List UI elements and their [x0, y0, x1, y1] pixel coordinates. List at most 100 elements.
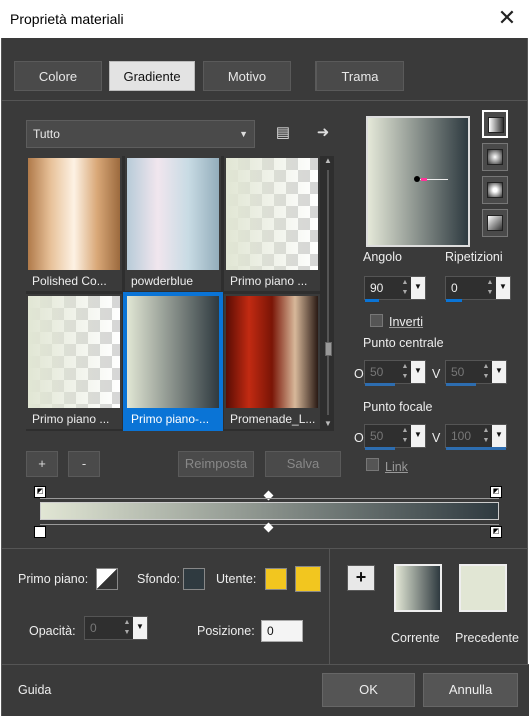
center-v-spinner[interactable]: 50 ▲ ▼ ▼	[445, 360, 507, 386]
rectangular-style-button[interactable]	[482, 143, 508, 171]
dropdown-icon[interactable]: ▼	[411, 361, 425, 383]
close-icon[interactable]: ✕	[485, 0, 529, 38]
spin-arrows-icon[interactable]: ▲ ▼	[399, 426, 411, 446]
arrow-right-icon[interactable]: ➜	[312, 122, 334, 144]
scroll-down-icon[interactable]: ▼	[322, 419, 334, 431]
spin-arrows-icon[interactable]: ▲ ▼	[399, 278, 411, 298]
gradient-label: Promenade_L...	[230, 412, 316, 426]
gradient-tile[interactable]: Primo piano ...	[224, 156, 320, 291]
focal-v-value: 100	[451, 429, 472, 443]
gradient-swatch	[28, 158, 120, 270]
left-color-stop[interactable]	[34, 526, 46, 538]
dropdown-icon[interactable]: ▼	[496, 277, 510, 299]
tabs-divider	[2, 100, 527, 101]
position-input[interactable]: 0	[261, 620, 303, 642]
focal-h-label: O	[354, 431, 364, 445]
angle-handle[interactable]	[421, 178, 427, 181]
focal-v-label: V	[432, 431, 441, 445]
repeat-spinner[interactable]: 0 ▲ ▼ ▼	[445, 276, 511, 302]
angle-label: Angolo	[363, 250, 402, 264]
gallery-scrollbar[interactable]: ▲ ▼	[322, 156, 334, 431]
opacity-spinner[interactable]: 0 ▲ ▼ ▼	[84, 616, 148, 640]
radial-gradient-icon	[487, 215, 503, 231]
link-checkbox[interactable]	[366, 458, 379, 471]
tab-trama[interactable]: Trama	[316, 61, 404, 91]
reset-button[interactable]: Reimposta	[178, 451, 254, 477]
scroll-thumb[interactable]	[325, 342, 332, 356]
dropdown-icon[interactable]: ▼	[492, 425, 506, 447]
angle-spinner[interactable]: 90 ▲ ▼ ▼	[364, 276, 426, 302]
center-h-spinner[interactable]: 50 ▲ ▼ ▼	[364, 360, 426, 386]
gradient-tile[interactable]: powderblue	[125, 156, 221, 291]
library-icon[interactable]: ▤	[272, 122, 294, 144]
dropdown-icon[interactable]: ▼	[411, 425, 425, 447]
center-point-handle[interactable]	[414, 176, 420, 182]
user-swatch[interactable]	[265, 568, 287, 590]
spin-arrows-icon[interactable]: ▲ ▼	[399, 362, 411, 382]
top-right-opacity-stop[interactable]: ◩	[490, 486, 502, 498]
add-gradient-button[interactable]: +	[26, 451, 58, 477]
dropdown-icon[interactable]: ▼	[492, 361, 506, 383]
tab-motivo[interactable]: Motivo	[203, 61, 291, 91]
radial-style-button[interactable]	[482, 209, 508, 237]
remove-gradient-button[interactable]: -	[68, 451, 100, 477]
angle-value: 90	[370, 281, 384, 295]
gradient-editor-strip[interactable]	[40, 502, 499, 520]
category-value: Tutto	[33, 127, 60, 141]
spin-arrows-icon[interactable]: ▲ ▼	[484, 278, 496, 298]
add-stop-icon[interactable]: +	[347, 565, 375, 591]
link-label: Link	[385, 460, 408, 474]
ok-button[interactable]: OK	[322, 673, 415, 707]
save-gradient-button[interactable]: Salva	[265, 451, 341, 477]
gradient-tile[interactable]: Promenade_L...	[224, 294, 320, 429]
user-color-large[interactable]	[295, 566, 321, 592]
focal-h-spinner[interactable]: 50 ▲ ▼ ▼	[364, 424, 426, 450]
spin-arrows-icon[interactable]: ▲ ▼	[480, 426, 492, 446]
linear-style-button[interactable]	[482, 110, 508, 138]
gradient-label: Polished Co...	[32, 274, 107, 288]
opacity-track	[40, 498, 499, 499]
scroll-track	[327, 170, 329, 415]
center-v-label: V	[432, 367, 441, 381]
value-bar	[365, 447, 395, 450]
tab-gradiente[interactable]: Gradiente	[109, 61, 195, 91]
invert-checkbox[interactable]	[370, 314, 383, 327]
background-swatch[interactable]	[183, 568, 205, 590]
center-v-value: 50	[451, 365, 465, 379]
material-properties-dialog: Colore Gradiente Motivo Trama Tutto ▼ ▤ …	[1, 38, 529, 716]
scroll-up-icon[interactable]: ▲	[322, 156, 334, 168]
gradient-swatch	[127, 158, 219, 270]
dropdown-icon[interactable]: ▼	[411, 277, 425, 299]
dropdown-icon[interactable]: ▼	[133, 617, 147, 639]
sunburst-style-button[interactable]	[482, 176, 508, 204]
focal-h-value: 50	[370, 429, 384, 443]
spin-arrows-icon[interactable]: ▲ ▼	[480, 362, 492, 382]
invert-label: Inverti	[389, 315, 424, 329]
gradient-preview[interactable]	[366, 116, 470, 247]
gradient-swatch	[226, 296, 318, 408]
center-h-label: O	[354, 367, 364, 381]
gradient-swatch	[226, 158, 318, 270]
previous-gradient-swatch[interactable]	[459, 564, 507, 612]
foreground-swatch[interactable]	[96, 568, 118, 590]
gradient-tile-selected[interactable]: Primo piano-...	[123, 292, 223, 431]
gradient-tile[interactable]: Polished Co...	[26, 156, 122, 291]
value-bar	[446, 383, 476, 386]
value-bar	[365, 299, 379, 302]
previous-label: Precedente	[455, 631, 519, 645]
spin-arrows-icon[interactable]: ▲ ▼	[121, 618, 133, 638]
focal-v-spinner[interactable]: 100 ▲ ▼ ▼	[445, 424, 507, 450]
help-link[interactable]: Guida	[18, 683, 51, 697]
linear-gradient-icon	[488, 117, 504, 133]
cancel-button[interactable]: Annulla	[423, 673, 518, 707]
rectangular-gradient-icon	[487, 149, 503, 165]
top-left-opacity-stop[interactable]: ◩	[34, 486, 46, 498]
value-bar	[365, 383, 395, 386]
gradient-tile[interactable]: Primo piano ...	[26, 294, 122, 429]
gradient-label: Primo piano ...	[230, 274, 308, 288]
category-dropdown[interactable]: Tutto ▼	[26, 120, 255, 148]
tab-colore[interactable]: Colore	[14, 61, 102, 91]
right-color-stop[interactable]: ◩	[490, 526, 502, 538]
foreground-label: Primo piano:	[18, 572, 89, 586]
gradient-label: Primo piano ...	[32, 412, 110, 426]
